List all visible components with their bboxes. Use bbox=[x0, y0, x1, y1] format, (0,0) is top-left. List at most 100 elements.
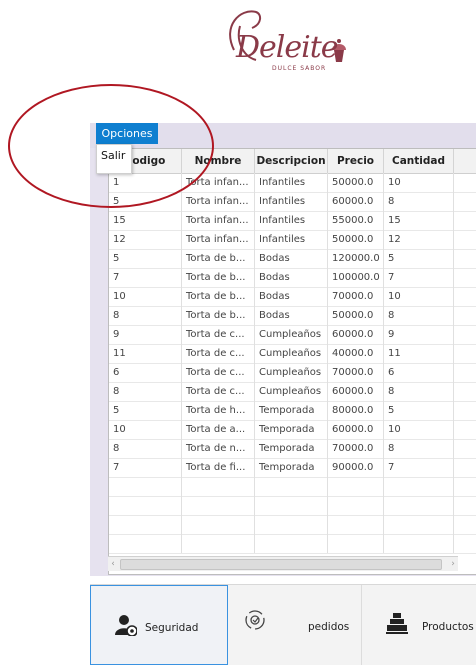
cell-precio: 40000.0 bbox=[328, 344, 384, 363]
empty-cell bbox=[384, 477, 454, 496]
empty-cell bbox=[255, 515, 328, 534]
table-header: Codigo Nombre Descripcion Precio Cantida… bbox=[109, 149, 476, 174]
cell-nombre: Torta de a... bbox=[182, 420, 255, 439]
table-row[interactable]: 6 Torta de c... Cumpleaños 70000.0 6 bbox=[109, 363, 476, 383]
cell-descripcion: Cumpleaños bbox=[255, 382, 328, 401]
cell-nombre: Torta infan... bbox=[182, 173, 255, 192]
orders-cycle-icon bbox=[245, 610, 265, 630]
table-row[interactable]: 11 Torta de c... Cumpleaños 40000.0 11 bbox=[109, 344, 476, 364]
table-row[interactable]: 10 Torta de a... Temporada 60000.0 10 bbox=[109, 420, 476, 440]
table-row[interactable]: 12 Torta infan... Infantiles 50000.0 12 bbox=[109, 230, 476, 250]
empty-cell bbox=[109, 477, 182, 496]
cell-descripcion: Bodas bbox=[255, 306, 328, 325]
cell-codigo: 7 bbox=[109, 268, 182, 287]
cell-precio: 70000.0 bbox=[328, 363, 384, 382]
cell-nombre: Torta de b... bbox=[182, 287, 255, 306]
nav-seguridad-label: Seguridad bbox=[145, 622, 199, 634]
cell-precio: 55000.0 bbox=[328, 211, 384, 230]
empty-cell bbox=[182, 534, 255, 553]
cell-descripcion: Temporada bbox=[255, 458, 328, 477]
table-row[interactable]: 15 Torta infan... Infantiles 55000.0 15 bbox=[109, 211, 476, 231]
menu-item-salir[interactable]: Salir bbox=[101, 149, 125, 162]
empty-row bbox=[109, 534, 476, 554]
table-row[interactable]: 7 Torta de fi... Temporada 90000.0 7 bbox=[109, 458, 476, 478]
cell-cantidad: 8 bbox=[384, 306, 454, 325]
table-row[interactable]: 9 Torta de c... Cumpleaños 60000.0 9 bbox=[109, 325, 476, 345]
cell-descripcion: Infantiles bbox=[255, 173, 328, 192]
cell-precio: 120000.0 bbox=[328, 249, 384, 268]
menu-opciones[interactable]: Opciones bbox=[96, 123, 158, 144]
nav-productos-label: Productos bbox=[422, 621, 474, 633]
products-table: Codigo Nombre Descripcion Precio Cantida… bbox=[108, 148, 476, 575]
nav-pedidos-button[interactable]: pedidos bbox=[228, 585, 362, 665]
cell-nombre: Torta de n... bbox=[182, 439, 255, 458]
cell-cantidad: 5 bbox=[384, 401, 454, 420]
empty-cell bbox=[255, 496, 328, 515]
table-row[interactable]: 7 Torta de b... Bodas 100000.0 7 bbox=[109, 268, 476, 288]
cell-nombre: Torta infan... bbox=[182, 192, 255, 211]
empty-cell bbox=[182, 496, 255, 515]
menu-bar: Opciones Salir bbox=[90, 123, 476, 174]
empty-cell bbox=[109, 515, 182, 534]
column-header-descripcion[interactable]: Descripcion bbox=[255, 149, 328, 173]
column-header-nombre[interactable]: Nombre bbox=[182, 149, 255, 173]
cell-codigo: 5 bbox=[109, 192, 182, 211]
empty-row bbox=[109, 477, 476, 497]
horizontal-scrollbar[interactable]: ‹ › bbox=[108, 556, 458, 571]
cell-nombre: Torta de c... bbox=[182, 363, 255, 382]
table-row[interactable]: 10 Torta de b... Bodas 70000.0 10 bbox=[109, 287, 476, 307]
cell-codigo: 5 bbox=[109, 401, 182, 420]
cell-descripcion: Cumpleaños bbox=[255, 325, 328, 344]
opciones-dropdown: Salir bbox=[96, 144, 132, 174]
cell-codigo: 15 bbox=[109, 211, 182, 230]
cell-cantidad: 15 bbox=[384, 211, 454, 230]
cell-nombre: Torta de h... bbox=[182, 401, 255, 420]
cell-nombre: Torta de c... bbox=[182, 325, 255, 344]
empty-cell bbox=[328, 515, 384, 534]
empty-cell bbox=[328, 496, 384, 515]
cell-precio: 70000.0 bbox=[328, 287, 384, 306]
cell-precio: 60000.0 bbox=[328, 382, 384, 401]
cell-codigo: 10 bbox=[109, 287, 182, 306]
table-row[interactable]: 8 Torta de b... Bodas 50000.0 8 bbox=[109, 306, 476, 326]
cell-descripcion: Bodas bbox=[255, 268, 328, 287]
cell-descripcion: Infantiles bbox=[255, 211, 328, 230]
scroll-thumb[interactable] bbox=[120, 559, 442, 570]
cell-descripcion: Cumpleaños bbox=[255, 344, 328, 363]
main-window: Opciones Salir Codigo Nombre Descripcion… bbox=[90, 102, 476, 576]
cell-codigo: 8 bbox=[109, 306, 182, 325]
table-row[interactable]: 8 Torta de c... Cumpleaños 60000.0 8 bbox=[109, 382, 476, 402]
content-area: Codigo Nombre Descripcion Precio Cantida… bbox=[90, 148, 476, 576]
empty-cell bbox=[109, 534, 182, 553]
table-row[interactable]: 8 Torta de n... Temporada 70000.0 8 bbox=[109, 439, 476, 459]
empty-cell bbox=[255, 534, 328, 553]
nav-productos-button[interactable]: Productos bbox=[362, 585, 476, 665]
column-header-precio[interactable]: Precio bbox=[328, 149, 384, 173]
scroll-right-icon[interactable]: › bbox=[448, 557, 458, 571]
cell-precio: 90000.0 bbox=[328, 458, 384, 477]
column-header-cantidad[interactable]: Cantidad bbox=[384, 149, 454, 173]
scroll-left-icon[interactable]: ‹ bbox=[108, 557, 118, 571]
nav-pedidos-label: pedidos bbox=[308, 621, 350, 633]
cell-nombre: Torta infan... bbox=[182, 211, 255, 230]
cell-codigo: 10 bbox=[109, 420, 182, 439]
cell-cantidad: 8 bbox=[384, 192, 454, 211]
cell-precio: 50000.0 bbox=[328, 173, 384, 192]
cell-nombre: Torta de c... bbox=[182, 344, 255, 363]
cell-codigo: 9 bbox=[109, 325, 182, 344]
cell-codigo: 1 bbox=[109, 173, 182, 192]
table-row[interactable]: 5 Torta infan... Infantiles 60000.0 8 bbox=[109, 192, 476, 212]
table-row[interactable]: 1 Torta infan... Infantiles 50000.0 10 bbox=[109, 173, 476, 193]
table-row[interactable]: 5 Torta de h... Temporada 80000.0 5 bbox=[109, 401, 476, 421]
cell-descripcion: Temporada bbox=[255, 439, 328, 458]
nav-seguridad-button[interactable]: Seguridad bbox=[90, 585, 228, 665]
cell-cantidad: 11 bbox=[384, 344, 454, 363]
cell-precio: 50000.0 bbox=[328, 230, 384, 249]
cell-cantidad: 10 bbox=[384, 287, 454, 306]
cell-descripcion: Bodas bbox=[255, 287, 328, 306]
cell-precio: 70000.0 bbox=[328, 439, 384, 458]
cell-codigo: 11 bbox=[109, 344, 182, 363]
table-row[interactable]: 5 Torta de b... Bodas 120000.0 5 bbox=[109, 249, 476, 269]
cell-precio: 60000.0 bbox=[328, 192, 384, 211]
empty-cell bbox=[384, 496, 454, 515]
